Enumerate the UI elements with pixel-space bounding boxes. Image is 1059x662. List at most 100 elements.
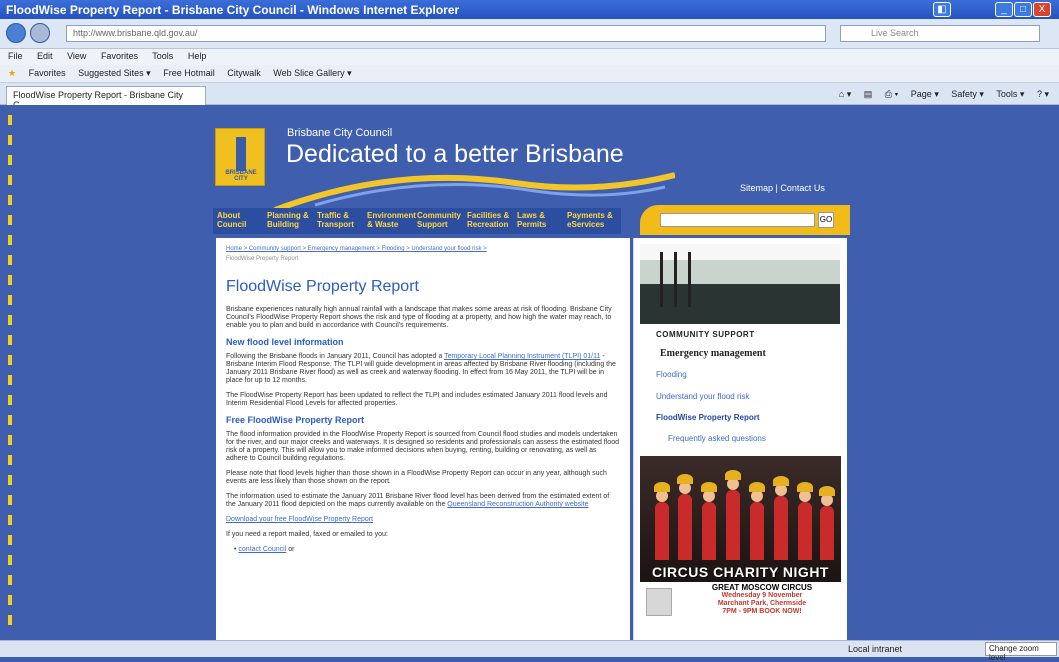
- council-name: Brisbane City Council: [287, 127, 393, 139]
- menu-tools[interactable]: Tools: [152, 51, 173, 61]
- trust-logo: [646, 588, 672, 616]
- circus-title: CIRCUS CHARITY NIGHT: [652, 564, 829, 580]
- circus-line-3: Marchant Park, Chermside: [717, 600, 807, 607]
- sitemap-contact-links[interactable]: Sitemap | Contact Us: [740, 183, 825, 193]
- tab-floodwise[interactable]: FloodWise Property Report - Brisbane Cit…: [6, 86, 206, 110]
- qra-website-link[interactable]: Queensland Reconstruction Authority webs…: [447, 501, 588, 508]
- sidebar-link-faq[interactable]: Frequently asked questions: [668, 434, 766, 443]
- main-content: Home > Community support > Emergency man…: [216, 238, 630, 640]
- tlpi-link[interactable]: Temporary Local Planning Instrument (TLP…: [444, 353, 600, 360]
- feeds-icon[interactable]: ▤: [864, 89, 873, 99]
- sidebar-link-understand-risk[interactable]: Understand your flood risk: [656, 392, 749, 401]
- nav-environment-waste[interactable]: Environment & Waste: [367, 211, 416, 234]
- back-icon[interactable]: [6, 23, 26, 43]
- performer-figure: [654, 482, 670, 560]
- url-input[interactable]: http://www.brisbane.qld.gov.au/: [66, 25, 826, 42]
- nav-planning-building[interactable]: Planning & Building: [267, 211, 315, 234]
- address-bar: http://www.brisbane.qld.gov.au/ Live Sea…: [0, 19, 1059, 49]
- flood-gauge-photo: [640, 244, 840, 324]
- browser-search-input[interactable]: Live Search: [840, 25, 1040, 42]
- print-icon[interactable]: ⎙ ▾: [885, 89, 898, 99]
- nav-facilities-recreation[interactable]: Facilities & Recreation: [467, 211, 515, 234]
- close-button[interactable]: X: [1033, 2, 1051, 17]
- new-flood-paragraph-2: The FloodWise Property Report has been u…: [226, 392, 608, 407]
- download-report-link[interactable]: Download your free FloodWise Property Re…: [226, 516, 373, 523]
- tools-menu[interactable]: Tools ▾: [996, 89, 1024, 99]
- minimize-button[interactable]: _: [995, 2, 1013, 17]
- menu-view[interactable]: View: [67, 51, 86, 61]
- breadcrumb-current: FloodWise Property Report: [226, 256, 299, 262]
- performer-figure: [701, 482, 717, 560]
- favorites-bar: ★ Favorites Suggested Sites ▾ Free Hotma…: [0, 65, 1059, 83]
- menu-help[interactable]: Help: [188, 51, 207, 61]
- maximize-button[interactable]: □: [1014, 2, 1032, 17]
- performer-figure: [677, 474, 693, 560]
- nav-traffic-transport[interactable]: Traffic & Transport: [317, 211, 365, 234]
- security-zone[interactable]: Local intranet: [848, 644, 902, 654]
- site-search-input[interactable]: [660, 213, 815, 227]
- menu-edit[interactable]: Edit: [37, 51, 53, 61]
- text-segment: Following the Brisbane floods in January…: [226, 353, 445, 360]
- circus-info: GREAT MOSCOW CIRCUS Wednesday 9 November…: [684, 584, 840, 616]
- free-report-paragraph-1: The flood information provided in the Fl…: [226, 431, 619, 462]
- menu-favorites[interactable]: Favorites: [101, 51, 138, 61]
- nav-dual-icon[interactable]: ◧: [933, 2, 951, 17]
- new-flood-paragraph-1: Following the Brisbane floods in January…: [226, 353, 620, 385]
- nav-payments-eservices[interactable]: Payments & eServices: [567, 211, 615, 234]
- circus-banner[interactable]: CIRCUS CHARITY NIGHT: [640, 456, 841, 582]
- performer-figure: [819, 486, 835, 560]
- nav-about-council[interactable]: About Council: [217, 211, 265, 234]
- circus-line-2: Wednesday 9 November: [721, 592, 803, 599]
- command-bar: ⌂ ▾ ▤ ⎙ ▾ Page ▾ Safety ▾ Tools ▾ ? ▾: [829, 89, 1049, 100]
- gauge-marker: [660, 252, 663, 307]
- contact-bullet: • contact Council or: [234, 546, 295, 553]
- tab-bar: FloodWise Property Report - Brisbane Cit…: [0, 83, 1059, 110]
- performer-figure: [773, 476, 789, 560]
- web-slice-gallery-link[interactable]: Web Slice Gallery ▾: [273, 68, 351, 78]
- site-search-area: GO: [640, 205, 850, 235]
- city-hall-icon: [236, 137, 246, 171]
- circus-line-1: GREAT MOSCOW CIRCUS: [711, 583, 813, 592]
- performer-figure: [749, 482, 765, 560]
- breadcrumb-links[interactable]: Home > Community support > Emergency man…: [226, 246, 487, 252]
- hotmail-link[interactable]: Free Hotmail: [163, 68, 215, 78]
- left-dotted-rule: [8, 115, 12, 635]
- nav-laws-permits[interactable]: Laws & Permits: [517, 211, 565, 234]
- suggested-sites-link[interactable]: Suggested Sites ▾: [78, 68, 151, 78]
- favorites-button[interactable]: Favorites: [29, 68, 66, 78]
- sidebar-section-title: COMMUNITY SUPPORT: [656, 330, 755, 339]
- help-icon[interactable]: ? ▾: [1037, 89, 1049, 99]
- contact-council-link[interactable]: contact Council: [238, 546, 286, 553]
- mailed-paragraph: If you need a report mailed, faxed or em…: [226, 531, 388, 538]
- nav-community-support[interactable]: Community Support: [417, 211, 465, 234]
- free-report-heading: Free FloodWise Property Report: [226, 415, 364, 425]
- main-navigation: About Council Planning & Building Traffi…: [213, 208, 621, 234]
- star-icon: ★: [8, 68, 17, 78]
- status-bar: Local intranet Change zoom level: [0, 640, 1059, 662]
- intro-paragraph: Brisbane experiences naturally high annu…: [226, 306, 612, 329]
- forward-icon[interactable]: [30, 23, 50, 43]
- safety-menu[interactable]: Safety ▾: [951, 89, 984, 99]
- home-icon[interactable]: ⌂ ▾: [839, 89, 851, 99]
- breadcrumb: Home > Community support > Emergency man…: [226, 244, 620, 264]
- menu-bar: File Edit View Favorites Tools Help: [0, 49, 1059, 65]
- sidebar-link-floodwise-report[interactable]: FloodWise Property Report: [656, 413, 760, 422]
- sidebar-link-flooding[interactable]: Flooding: [656, 370, 687, 379]
- page-menu[interactable]: Page ▾: [911, 89, 939, 99]
- zoom-level-button[interactable]: Change zoom level: [985, 642, 1057, 662]
- text-segment: or: [286, 546, 295, 553]
- menu-file[interactable]: File: [8, 51, 23, 61]
- window-titlebar: FloodWise Property Report - Brisbane Cit…: [0, 0, 1059, 19]
- gauge-marker: [688, 252, 691, 307]
- sidebar-subtitle[interactable]: Emergency management: [660, 348, 766, 359]
- new-flood-heading: New flood level information: [226, 337, 344, 347]
- gauge-marker: [674, 252, 677, 307]
- site-search-go-button[interactable]: GO: [818, 212, 834, 228]
- citywalk-link[interactable]: Citywalk: [227, 68, 261, 78]
- performer-figure: [725, 470, 741, 560]
- window-title: FloodWise Property Report - Brisbane Cit…: [6, 3, 460, 17]
- download-link-line: Download your free FloodWise Property Re…: [226, 516, 620, 524]
- sidebar: COMMUNITY SUPPORT Emergency management F…: [633, 238, 847, 640]
- page-title: FloodWise Property Report: [226, 278, 419, 295]
- circus-line-4[interactable]: 7PM - 9PM BOOK NOW!: [684, 608, 840, 616]
